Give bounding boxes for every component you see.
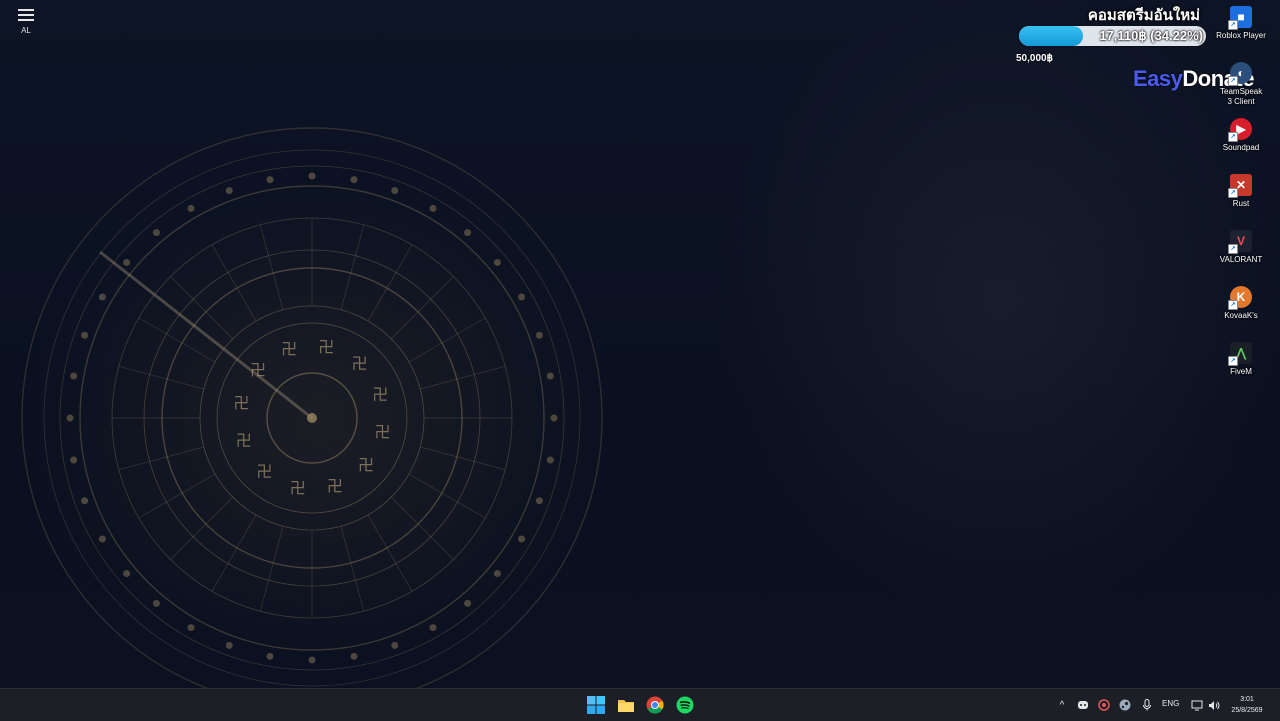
- desktop-icon-kovaaks[interactable]: K ↗ KovaaK's: [1214, 286, 1268, 321]
- language-indicator[interactable]: ENG: [1162, 699, 1179, 708]
- desktop-icon-soundpad[interactable]: ▶ ↗ Soundpad: [1214, 118, 1268, 153]
- desktop-icon-rust[interactable]: ✕ ↗ Rust: [1214, 174, 1268, 209]
- donation-goal: 50,000฿: [1016, 53, 1053, 64]
- volume-icon[interactable]: [1207, 698, 1221, 712]
- valorant-icon: V ↗: [1228, 230, 1252, 254]
- discord-icon[interactable]: [1076, 698, 1090, 712]
- donation-progress-fill: [1019, 26, 1083, 46]
- easydonate-logo-part1: Easy: [1133, 66, 1183, 91]
- clock[interactable]: 3:01 25/8/2569: [1225, 694, 1269, 716]
- windows-start-icon[interactable]: [586, 695, 606, 715]
- taskbar: ^ ENG 3:01 25/8/2569: [0, 688, 1280, 721]
- hamburger-icon: [18, 9, 34, 24]
- desktop-icon-roblox-player[interactable]: ■ ↗ Roblox Player: [1214, 6, 1268, 41]
- donation-amount: 17,110฿ (34.22%): [1099, 28, 1203, 43]
- desktop-icon-label: Rust: [1232, 199, 1250, 208]
- desktop-icon-fivem[interactable]: ⋀ ↗ FiveM: [1214, 342, 1268, 377]
- chevron-up-icon[interactable]: ^: [1055, 698, 1069, 712]
- network-icon[interactable]: [1190, 698, 1204, 712]
- menu-label: AL: [21, 26, 31, 35]
- file-explorer-icon[interactable]: [616, 695, 636, 715]
- desktop-icon-teamspeak[interactable]: ◐ ↗ TeamSpeak 3 Client: [1214, 62, 1268, 107]
- teamspeak-icon: ◐ ↗: [1228, 62, 1252, 86]
- svg-text:卍: 卍: [327, 476, 343, 495]
- donation-progress-bar: 17,110฿ (34.22%): [1019, 26, 1206, 46]
- donation-title: คอมสตรีมอันใหม่: [1087, 7, 1200, 24]
- menu-button[interactable]: AL: [14, 6, 38, 40]
- rust-icon: ✕ ↗: [1228, 174, 1252, 198]
- soundpad-icon: ▶ ↗: [1228, 118, 1252, 142]
- steam-icon[interactable]: [1118, 698, 1132, 712]
- svg-text:卍: 卍: [233, 394, 249, 413]
- svg-text:卍: 卍: [372, 385, 388, 404]
- clock-time: 3:01: [1240, 696, 1254, 703]
- svg-text:卍: 卍: [290, 479, 306, 498]
- fivem-icon: ⋀ ↗: [1228, 342, 1252, 366]
- desktop-icon-label: Roblox Player: [1216, 31, 1266, 40]
- svg-text:卍: 卍: [236, 431, 252, 450]
- svg-text:卍: 卍: [256, 462, 272, 481]
- clock-date: 25/8/2569: [1231, 707, 1263, 714]
- tray-app-icon[interactable]: [1097, 698, 1111, 712]
- svg-text:卍: 卍: [352, 354, 368, 373]
- svg-text:卍: 卍: [281, 340, 297, 359]
- desktop-icon-label: TeamSpeak 3 Client: [1220, 87, 1263, 106]
- desktop: 卍卍卍卍卍卍卍卍卍卍卍卍 AL คอมสตรีมอันใหม่ 17,110฿ …: [0, 0, 1280, 688]
- desktop-icon-label: Soundpad: [1222, 143, 1260, 152]
- desktop-icon-label: FiveM: [1230, 367, 1252, 376]
- wallpaper-zodiac-wheel: 卍卍卍卍卍卍卍卍卍 卍卍卍: [21, 127, 603, 688]
- microphone-icon[interactable]: [1140, 698, 1154, 712]
- desktop-icon-valorant[interactable]: V ↗ VALORANT: [1214, 230, 1268, 265]
- spotify-icon[interactable]: [675, 695, 695, 715]
- svg-text:卍: 卍: [318, 337, 334, 356]
- desktop-icon-label: VALORANT: [1219, 255, 1263, 264]
- roblox-icon: ■ ↗: [1228, 6, 1252, 30]
- svg-text:卍: 卍: [358, 456, 374, 475]
- kovaaks-icon: K ↗: [1228, 286, 1252, 310]
- desktop-icon-label: KovaaK's: [1224, 311, 1258, 320]
- svg-text:卍: 卍: [375, 422, 391, 441]
- chrome-icon[interactable]: [645, 695, 665, 715]
